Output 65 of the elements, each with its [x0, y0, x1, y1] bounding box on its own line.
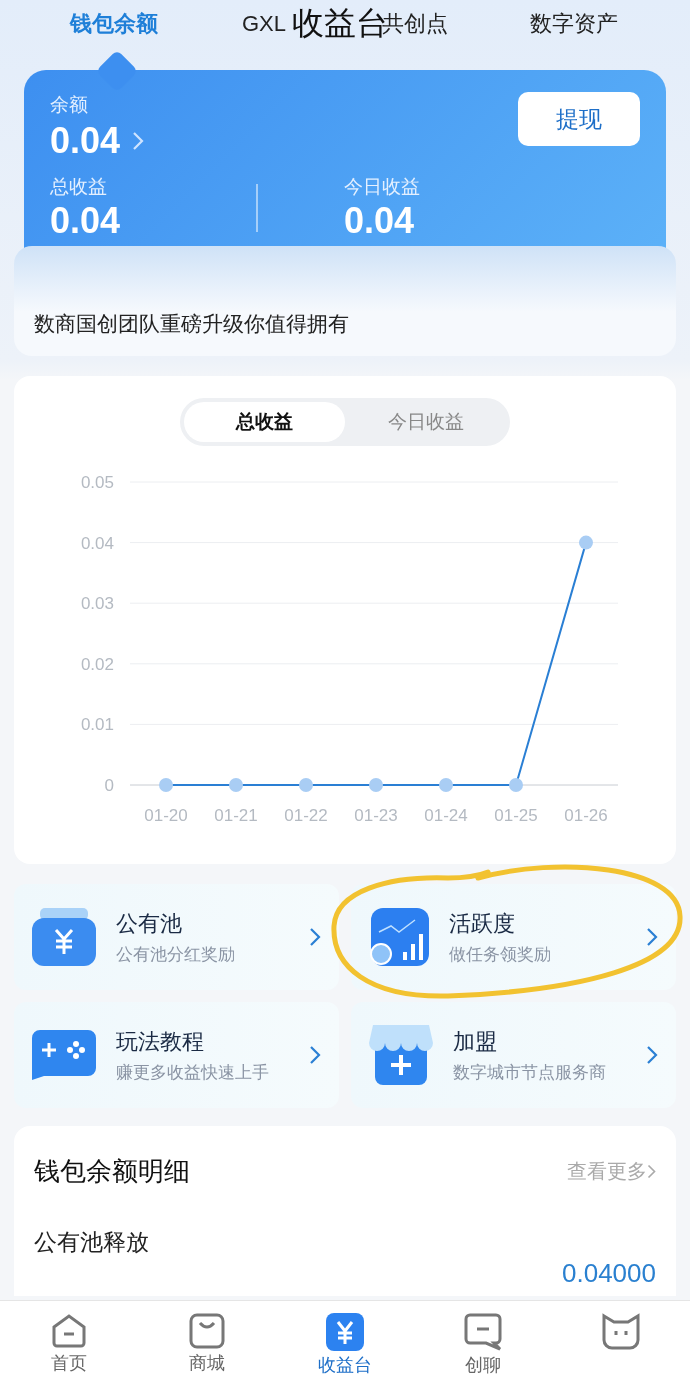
- feature-title: 公有池: [116, 909, 183, 938]
- feature-subtitle: 数字城市节点服务商: [453, 1061, 607, 1084]
- axis-label: 0.02: [80, 654, 114, 674]
- feature-subtitle: 公有池分红奖励: [116, 943, 236, 966]
- feature-subtitle: 做任务领奖励: [449, 943, 552, 966]
- bag-icon[interactable]: [189, 1313, 225, 1349]
- chevron-icon: [647, 1164, 656, 1179]
- nav-label[interactable]: 首页: [51, 1351, 87, 1375]
- section-title: 钱包余额明细: [34, 1155, 190, 1188]
- withdraw-button[interactable]: 提现: [518, 92, 640, 146]
- segment-tab[interactable]: 总收益: [184, 402, 345, 442]
- data-point: [229, 778, 243, 792]
- axis-label: 01-26: [564, 806, 608, 825]
- chevron-icon: [646, 1045, 658, 1065]
- data-point: [159, 778, 173, 792]
- axis-label: 01-20: [144, 806, 188, 825]
- chevron-icon: [309, 927, 321, 947]
- header-tab[interactable]: GXL: [242, 11, 287, 37]
- data-point: [369, 778, 383, 792]
- cat-icon[interactable]: [601, 1313, 641, 1351]
- chevron-icon: [646, 927, 658, 947]
- nav-label[interactable]: 商城: [189, 1351, 225, 1375]
- axis-label: 01-24: [424, 806, 468, 825]
- stat-label: 今日收益: [344, 175, 421, 199]
- stat-value: 0.04: [344, 200, 416, 242]
- axis-label: 0.04: [80, 533, 114, 553]
- stat-label: 总收益: [50, 175, 108, 199]
- feature-subtitle: 赚更多收益快速上手: [116, 1061, 270, 1084]
- feature-card[interactable]: 玩法教程 赚更多收益快速上手: [14, 1002, 339, 1108]
- data-point: [579, 535, 593, 550]
- feature-card[interactable]: 活跃度 做任务领奖励: [351, 884, 676, 990]
- feature-title: 加盟: [453, 1027, 498, 1056]
- growth-chart-icon: [369, 908, 429, 966]
- chevron-icon: [309, 1045, 321, 1065]
- balance-label: 余额: [50, 93, 89, 117]
- detail-amount: 0.04000: [561, 1258, 656, 1289]
- data-point: [299, 778, 313, 792]
- axis-label: 0.01: [80, 715, 114, 735]
- axis-label: 01-21: [214, 806, 258, 825]
- axis-label: 01-23: [354, 806, 398, 825]
- yuan-icon[interactable]: [326, 1313, 364, 1351]
- nav-label[interactable]: 收益台: [318, 1353, 372, 1377]
- feature-title: 活跃度: [449, 909, 516, 938]
- gamepad-icon: [32, 1030, 96, 1080]
- promo-banner[interactable]: 数商国创团队重磅升级你值得拥有: [14, 246, 676, 356]
- header-tab[interactable]: 钱包余额: [70, 9, 158, 39]
- shop-icon: [369, 1025, 433, 1085]
- jar-icon: [32, 908, 96, 966]
- axis-label: 0: [104, 776, 114, 795]
- feature-title: 玩法教程: [116, 1027, 205, 1056]
- home-icon[interactable]: [51, 1313, 87, 1349]
- chevron-icon: [132, 131, 145, 151]
- data-point: [439, 778, 453, 792]
- chat-icon[interactable]: [464, 1313, 502, 1351]
- axis-label: 01-22: [284, 806, 328, 825]
- data-point: [509, 778, 523, 792]
- detail-label: 公有池释放: [34, 1228, 150, 1257]
- header-tab[interactable]: 数字资产: [530, 9, 619, 39]
- feature-card[interactable]: 加盟 数字城市节点服务商: [351, 1002, 676, 1108]
- stat-value: 0.04: [50, 200, 122, 242]
- axis-label: 0.03: [80, 594, 114, 614]
- feature-card[interactable]: 公有池 公有池分红奖励: [14, 884, 339, 990]
- nav-label[interactable]: 创聊: [465, 1353, 501, 1377]
- axis-label: 0.05: [80, 473, 114, 492]
- axis-label: 01-25: [494, 806, 538, 825]
